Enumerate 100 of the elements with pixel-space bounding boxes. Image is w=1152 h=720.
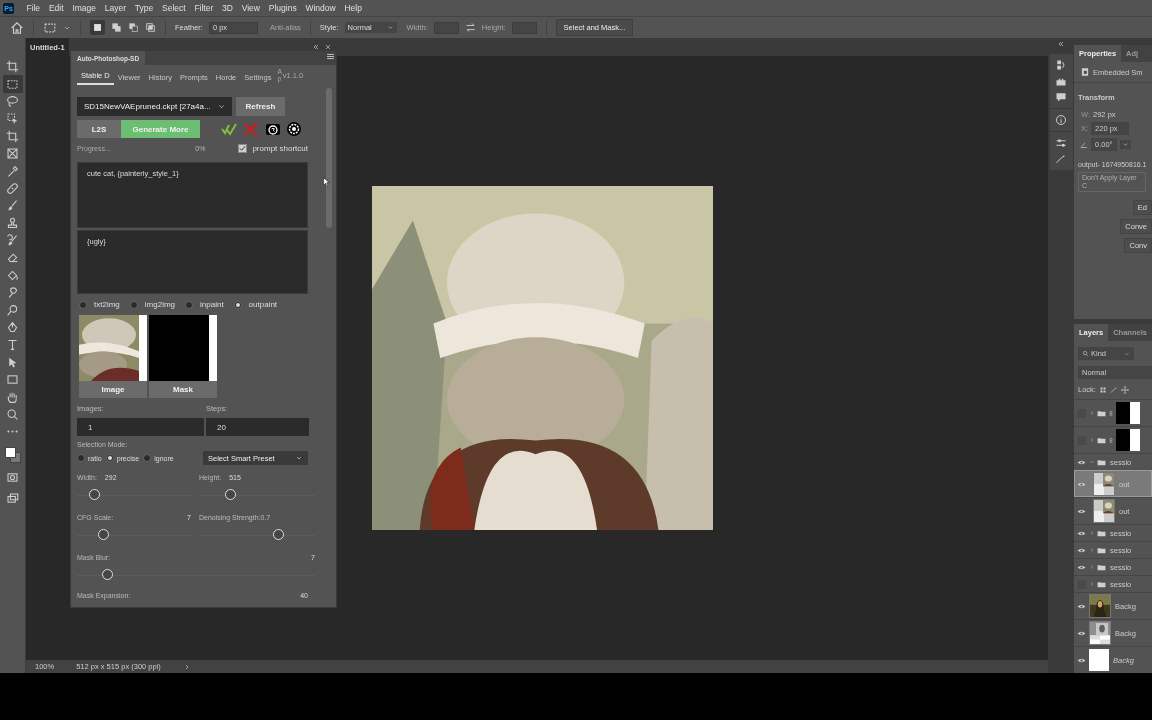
model-dropdown[interactable]: SD15NewVAEpruned.ckpt [27a4a... xyxy=(77,97,232,116)
comment-icon[interactable] xyxy=(1055,91,1067,103)
folder-icon xyxy=(1097,457,1106,467)
add-selection-icon[interactable] xyxy=(111,22,122,33)
steps-field[interactable]: 20 xyxy=(206,418,309,436)
slider-thumb[interactable] xyxy=(89,489,101,500)
history-brush-icon[interactable] xyxy=(6,234,19,248)
checkbox[interactable] xyxy=(238,144,248,153)
rectangle-icon[interactable] xyxy=(6,373,19,387)
smart-object-icon xyxy=(1080,67,1090,77)
bandage-icon[interactable] xyxy=(6,181,19,195)
mask-thumbnail xyxy=(1116,429,1140,451)
radio-button[interactable] xyxy=(233,300,242,309)
layer-thumbnail xyxy=(1089,649,1109,671)
caret-icon xyxy=(386,24,394,31)
angle-icon xyxy=(1080,140,1088,149)
crop-icon[interactable] xyxy=(6,129,19,143)
menu-item[interactable]: Filter xyxy=(190,3,218,13)
artboard-icon[interactable] xyxy=(6,60,19,74)
dodge-icon[interactable] xyxy=(6,303,19,317)
radio-button[interactable] xyxy=(105,454,114,462)
stamp-icon[interactable] xyxy=(6,216,19,230)
slider-thumb[interactable] xyxy=(101,569,113,580)
caret-icon xyxy=(1121,141,1129,148)
hand-icon[interactable] xyxy=(6,390,19,404)
menu-item[interactable]: 3D xyxy=(217,3,238,13)
l2s-button[interactable]: L2S xyxy=(77,120,121,138)
checkbox-label: prompt shortcut xyxy=(252,144,308,153)
radio-button[interactable] xyxy=(129,300,138,309)
search-icon xyxy=(1082,350,1089,357)
history-icon[interactable] xyxy=(1055,59,1067,71)
menu-item[interactable]: Type xyxy=(130,3,158,13)
quick-mask-icon[interactable] xyxy=(6,470,19,484)
mask-thumbnail xyxy=(1116,402,1140,424)
brush-icon[interactable] xyxy=(6,199,19,213)
radio-button[interactable] xyxy=(143,454,152,462)
menu-item[interactable]: Window xyxy=(301,3,341,13)
scrollbar[interactable] xyxy=(326,88,332,228)
mask-button[interactable]: Mask xyxy=(149,381,217,398)
close-icon[interactable] xyxy=(324,42,332,51)
link-icon xyxy=(1108,408,1114,418)
slider-thumb[interactable] xyxy=(272,529,284,540)
swap-icon[interactable] xyxy=(464,22,476,33)
mask-thumbnail xyxy=(149,315,217,381)
radio-button[interactable] xyxy=(185,300,194,309)
caret-icon xyxy=(1124,350,1130,357)
marquee-icon[interactable] xyxy=(6,77,19,91)
smudge-icon[interactable] xyxy=(6,286,19,300)
color-swatches-icon[interactable] xyxy=(2,444,23,465)
lasso-icon[interactable] xyxy=(6,94,19,108)
radio-button[interactable] xyxy=(77,454,85,462)
refresh-button[interactable]: Refresh xyxy=(236,97,285,116)
radio-label: outpaint xyxy=(248,300,278,309)
type-tool-icon[interactable] xyxy=(6,338,19,352)
brush-icon[interactable] xyxy=(1055,153,1067,165)
eyedropper-icon[interactable] xyxy=(6,164,19,178)
caret-icon xyxy=(295,454,303,462)
home-icon[interactable] xyxy=(10,20,24,35)
folder-icon xyxy=(1097,408,1106,418)
cursor-icon xyxy=(323,175,333,189)
images-field[interactable]: 1 xyxy=(77,418,204,436)
subtract-selection-icon[interactable] xyxy=(128,22,139,33)
menu-item[interactable]: Image xyxy=(67,3,101,13)
checkmark-icon xyxy=(239,145,247,152)
radio-button[interactable] xyxy=(79,300,87,309)
camera-icon[interactable] xyxy=(264,121,282,137)
caret-icon xyxy=(217,102,226,111)
menu-item[interactable]: Edit xyxy=(44,3,68,13)
gear-icon[interactable] xyxy=(286,121,302,137)
menu-item[interactable]: Plugins xyxy=(264,3,302,13)
pen-icon[interactable] xyxy=(6,321,19,335)
radio-label: txt2img xyxy=(94,300,120,309)
menu-item[interactable]: Help xyxy=(340,3,367,13)
paint-bucket-icon[interactable] xyxy=(6,268,19,282)
lock-pixels-icon[interactable] xyxy=(1098,385,1107,394)
screen-mode-icon[interactable] xyxy=(6,492,19,506)
eraser-icon[interactable] xyxy=(6,251,19,265)
menu-item[interactable]: View xyxy=(237,3,265,13)
path-select-icon[interactable] xyxy=(6,355,19,369)
lock-move-icon[interactable] xyxy=(1120,385,1129,394)
radio-label: img2img xyxy=(144,300,176,309)
menu-item[interactable]: Select xyxy=(157,3,190,13)
zoom-icon[interactable] xyxy=(6,408,19,421)
marquee-icon[interactable] xyxy=(43,20,57,35)
slider-thumb[interactable] xyxy=(97,529,109,540)
menu-item[interactable]: File xyxy=(22,3,45,13)
collapse-panel-icon[interactable] xyxy=(1057,40,1065,48)
menu-item[interactable]: Layer xyxy=(100,3,131,13)
panel-menu-icon[interactable] xyxy=(325,51,336,62)
object-select-icon[interactable] xyxy=(6,112,19,126)
slider-thumb[interactable] xyxy=(225,489,237,500)
double-check-icon[interactable] xyxy=(220,121,238,137)
collapse-panel-icon[interactable] xyxy=(312,42,320,51)
image-button[interactable]: Image xyxy=(79,381,147,398)
radio-label: inpaint xyxy=(200,300,224,309)
folder-icon xyxy=(1097,435,1106,445)
frame-icon[interactable] xyxy=(6,147,19,161)
adjustments-icon[interactable] xyxy=(1055,137,1067,149)
info-icon[interactable] xyxy=(1055,114,1067,126)
intersect-selection-icon[interactable] xyxy=(145,22,156,33)
